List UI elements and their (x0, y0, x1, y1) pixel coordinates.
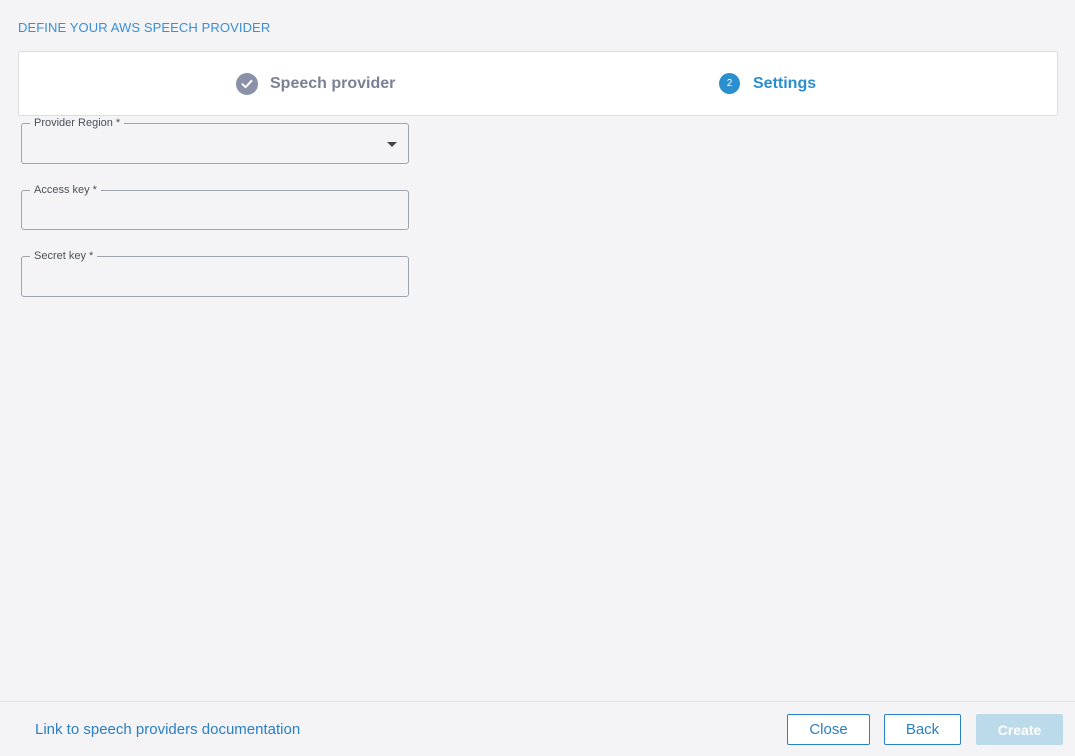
dialog-title: DEFINE YOUR AWS SPEECH PROVIDER (18, 20, 271, 35)
close-button[interactable]: Close (787, 714, 870, 745)
check-circle-icon (236, 72, 258, 95)
secret-key-input[interactable] (22, 257, 408, 296)
step-settings[interactable]: 2 Settings (719, 52, 816, 115)
provider-region-select[interactable]: Provider Region * (21, 116, 409, 164)
speech-provider-dialog: DEFINE YOUR AWS SPEECH PROVIDER Speech p… (0, 0, 1075, 756)
step-label: Speech provider (270, 74, 396, 92)
back-button[interactable]: Back (884, 714, 961, 745)
step-label: Settings (753, 74, 817, 92)
dialog-footer: Link to speech providers documentation C… (0, 701, 1075, 756)
create-button[interactable]: Create (976, 714, 1063, 745)
provider-region-value[interactable] (22, 124, 408, 163)
step-speech-provider[interactable]: Speech provider (236, 52, 395, 115)
access-key-field[interactable]: Access key * (21, 183, 409, 230)
chevron-down-icon[interactable] (387, 142, 397, 147)
step-number-badge: 2 (719, 73, 740, 94)
documentation-link[interactable]: Link to speech providers documentation (35, 721, 300, 738)
access-key-input[interactable] (22, 191, 408, 229)
secret-key-field[interactable]: Secret key * (21, 249, 409, 297)
stepper: Speech provider 2 Settings (18, 51, 1058, 116)
